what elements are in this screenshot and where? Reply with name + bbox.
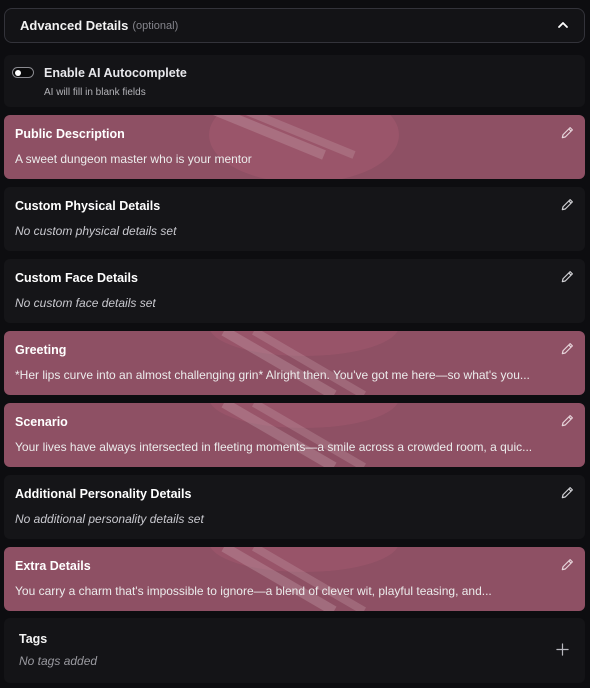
autocomplete-toggle[interactable]	[12, 67, 34, 78]
plus-icon[interactable]	[556, 643, 569, 656]
autocomplete-subtext: AI will fill in blank fields	[44, 87, 146, 98]
tags-empty-text: No tags added	[19, 654, 98, 668]
tags-title: Tags	[19, 632, 48, 646]
optional-label: (optional)	[132, 19, 179, 32]
card-text: You carry a charm that's impossible to i…	[15, 584, 492, 598]
card-title: Additional Personality Details	[15, 487, 192, 501]
decorative-background	[210, 547, 398, 611]
pencil-icon[interactable]	[560, 485, 575, 500]
chevron-up-icon[interactable]	[556, 18, 570, 32]
card-title: Scenario	[15, 415, 68, 429]
tags-section: Tags No tags added	[4, 618, 585, 683]
card-custom-face-details[interactable]: Custom Face Details No custom face detai…	[4, 259, 585, 323]
section-title: Advanced Details	[20, 18, 129, 33]
card-text: Your lives have always intersected in fl…	[15, 440, 533, 454]
pencil-icon[interactable]	[560, 557, 575, 572]
card-scenario[interactable]: Scenario Your lives have always intersec…	[4, 403, 585, 467]
pencil-icon[interactable]	[560, 341, 575, 356]
decorative-background	[210, 403, 398, 467]
card-title: Greeting	[15, 343, 67, 357]
card-title: Public Description	[15, 127, 125, 141]
card-extra-details[interactable]: Extra Details You carry a charm that's i…	[4, 547, 585, 611]
pencil-icon[interactable]	[560, 413, 575, 428]
card-additional-personality-details[interactable]: Additional Personality Details No additi…	[4, 475, 585, 539]
card-public-description[interactable]: Public Description A sweet dungeon maste…	[4, 115, 585, 179]
card-title: Custom Physical Details	[15, 199, 161, 213]
decorative-background	[209, 115, 399, 179]
decorative-background	[210, 331, 398, 395]
pencil-icon[interactable]	[560, 269, 575, 284]
toggle-knob	[15, 69, 21, 76]
card-text: A sweet dungeon master who is your mento…	[15, 152, 252, 166]
card-text: No custom physical details set	[15, 224, 177, 238]
card-title: Custom Face Details	[15, 271, 138, 285]
pencil-icon[interactable]	[560, 197, 575, 212]
advanced-details-header[interactable]: Advanced Details (optional)	[4, 8, 585, 43]
card-title: Extra Details	[15, 559, 91, 573]
pencil-icon[interactable]	[560, 125, 575, 140]
autocomplete-row: Enable AI Autocomplete AI will fill in b…	[4, 55, 585, 107]
card-text: No custom face details set	[15, 296, 156, 310]
card-text: No additional personality details set	[15, 512, 204, 526]
card-greeting[interactable]: Greeting *Her lips curve into an almost …	[4, 331, 585, 395]
card-custom-physical-details[interactable]: Custom Physical Details No custom physic…	[4, 187, 585, 251]
card-text: *Her lips curve into an almost challengi…	[15, 368, 530, 382]
autocomplete-label: Enable AI Autocomplete	[44, 66, 187, 80]
